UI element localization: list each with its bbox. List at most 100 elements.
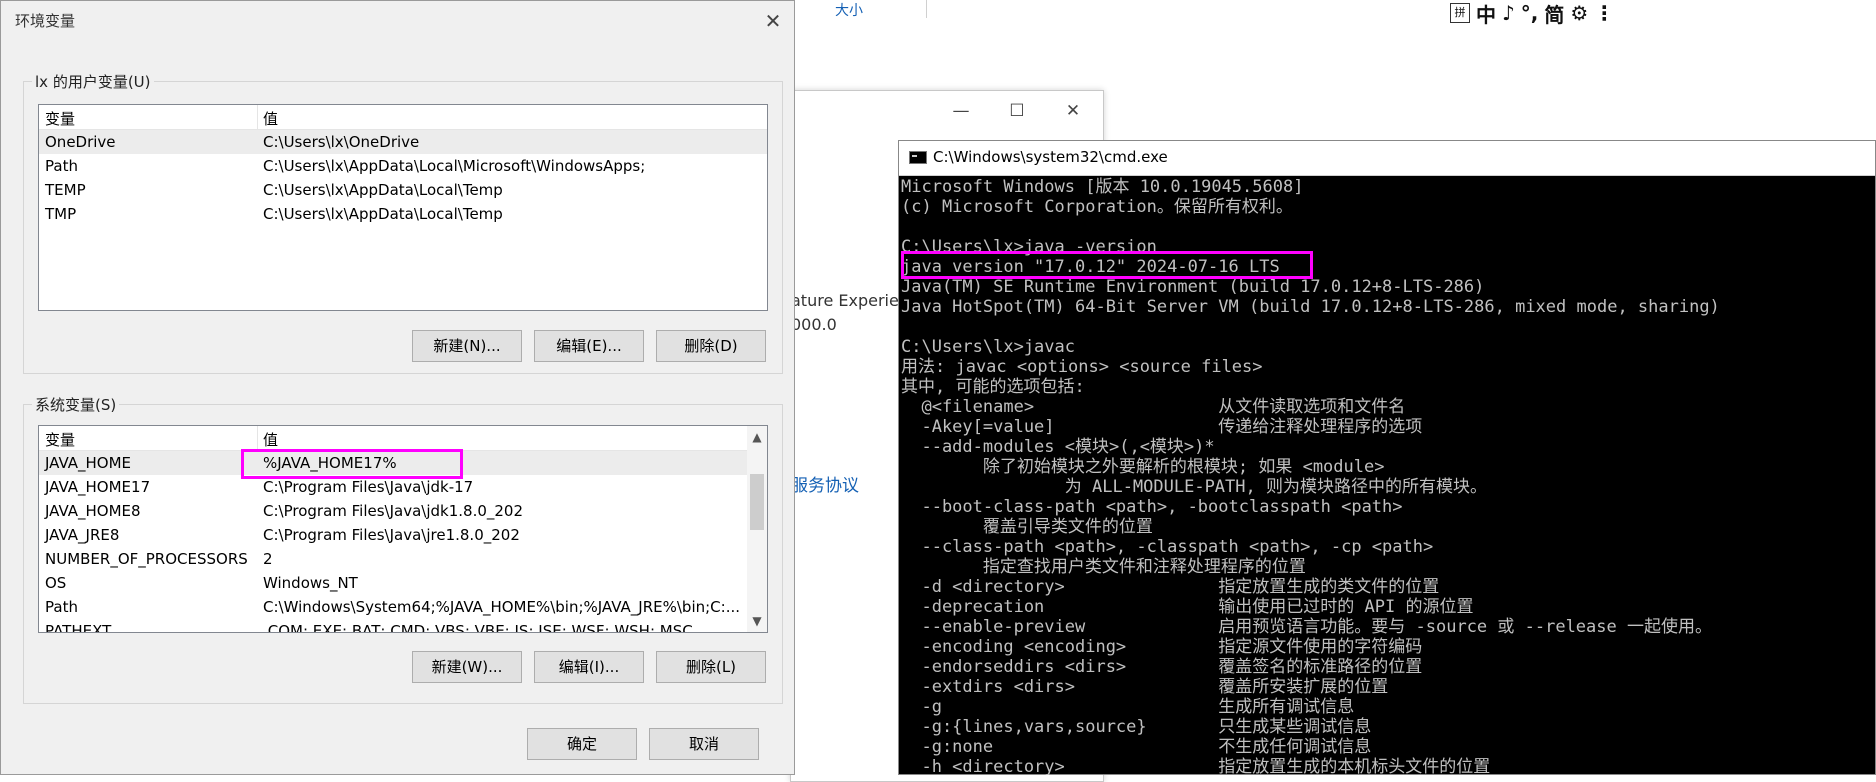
console-line: 除了初始模块之外要解析的根模块; 如果 <module> (901, 457, 1385, 477)
user-delete-button[interactable]: 删除(D) (656, 330, 766, 362)
variable-name: JAVA_JRE8 (45, 526, 120, 544)
cmd-title: C:\Windows\system32\cmd.exe (933, 148, 1168, 166)
console-line: -d <directory> 指定放置生成的类文件的位置 (901, 577, 1440, 597)
table-row[interactable]: JAVA_HOME %JAVA_HOME17% (39, 451, 767, 475)
console-line: @<filename> 从文件读取选项和文件名 (901, 397, 1406, 417)
peek-text: ature Experie (791, 291, 899, 310)
variable-value: C:\Program Files\Java\jdk-17 (263, 478, 474, 496)
ime-toolbar[interactable]: 拼中 ♪ °, 简 ⚙ ⋮ (1450, 0, 1614, 28)
peek-text: 000.0 (791, 315, 837, 334)
console-line: -g 生成所有调试信息 (901, 697, 1355, 717)
console-line: --boot-class-path <path>, -bootclasspath… (901, 497, 1403, 517)
ime-item[interactable]: 简 (1544, 0, 1564, 28)
size-column-peek: 大小 (835, 3, 863, 19)
system-variables-group: 系统变量(S) 变量 值 JAVA_HOME %JAVA_HOME17% JAV… (23, 394, 783, 704)
variable-value: Windows_NT (263, 574, 358, 592)
close-icon[interactable]: ✕ (1063, 101, 1083, 121)
column-header-value[interactable]: 值 (263, 108, 278, 129)
cancel-button[interactable]: 取消 (649, 728, 759, 760)
cmd-window[interactable]: C:\Windows\system32\cmd.exe Microsoft Wi… (898, 140, 1876, 775)
table-row[interactable]: NUMBER_OF_PROCESSORS 2 (39, 547, 767, 571)
user-variables-group: lx 的用户变量(U) 变量 值 OneDrive C:\Users\lx\On… (23, 71, 783, 374)
console-line: Java(TM) SE Runtime Environment (build 1… (901, 277, 1485, 297)
console-line: -extdirs <dirs> 覆盖所安装扩展的位置 (901, 677, 1389, 697)
table-row[interactable]: Path C:\Users\lx\AppData\Local\Microsoft… (39, 154, 767, 178)
ime-item[interactable]: °, (1521, 1, 1539, 25)
ime-item[interactable]: ⋮ (1594, 1, 1614, 25)
table-row[interactable]: TMP C:\Users\lx\AppData\Local\Temp (39, 202, 767, 226)
scroll-down-icon[interactable]: ▼ (747, 612, 767, 630)
variable-name: Path (45, 598, 78, 616)
variable-value: .COM;.EXE;.BAT;.CMD;.VBS;.VBE;.JS;.JSE;.… (263, 622, 693, 633)
variable-name: JAVA_HOME17 (45, 478, 151, 496)
column-divider[interactable] (257, 105, 258, 129)
table-row[interactable]: JAVA_HOME8 C:\Program Files\Java\jdk1.8.… (39, 499, 767, 523)
user-new-button[interactable]: 新建(N)... (412, 330, 522, 362)
console-output[interactable]: Microsoft Windows [版本 10.0.19045.5608] (c… (899, 175, 1875, 775)
system-new-button[interactable]: 新建(W)... (412, 651, 522, 683)
column-header-variable[interactable]: 变量 (45, 429, 75, 450)
console-icon (909, 151, 927, 164)
scroll-thumb[interactable] (750, 474, 764, 530)
variable-name: NUMBER_OF_PROCESSORS (45, 550, 248, 568)
console-line: 指定查找用户类文件和注释处理程序的位置 (901, 557, 1306, 577)
console-line: C:\Users\lx>javac (901, 337, 1075, 357)
dialog-title: 环境变量 (15, 12, 76, 30)
ime-item[interactable]: ⚙ (1570, 1, 1588, 25)
close-icon[interactable]: ✕ (761, 9, 785, 33)
column-divider[interactable] (257, 426, 258, 450)
console-line: -endorseddirs <dirs> 覆盖签名的标准路径的位置 (901, 657, 1423, 677)
system-variables-list[interactable]: 变量 值 JAVA_HOME %JAVA_HOME17% JAVA_HOME17… (38, 425, 768, 633)
column-header-value[interactable]: 值 (263, 429, 278, 450)
table-row[interactable]: OneDrive C:\Users\lx\OneDrive (39, 130, 767, 154)
variable-value: %JAVA_HOME17% (263, 454, 397, 472)
column-header-variable[interactable]: 变量 (45, 108, 75, 129)
console-line: -g:none 不生成任何调试信息 (901, 737, 1372, 757)
console-line: -Akey[=value] 传递给注释处理程序的选项 (901, 417, 1423, 437)
system-edit-button[interactable]: 编辑(I)... (534, 651, 644, 683)
variable-name: PATHEXT (45, 622, 112, 633)
variable-name: JAVA_HOME8 (45, 502, 141, 520)
console-line: -g:{lines,vars,source} 只生成某些调试信息 (901, 717, 1372, 737)
variable-name: JAVA_HOME (45, 454, 132, 472)
table-row[interactable]: JAVA_HOME17 C:\Program Files\Java\jdk-17 (39, 475, 767, 499)
ime-item[interactable]: 中 (1476, 0, 1496, 28)
table-row[interactable]: JAVA_JRE8 C:\Program Files\Java\jre1.8.0… (39, 523, 767, 547)
scroll-up-icon[interactable]: ▲ (747, 428, 767, 446)
column-divider (926, 0, 927, 18)
console-line: 覆盖引导类文件的位置 (901, 517, 1153, 537)
console-line: 其中, 可能的选项包括: (901, 377, 1085, 397)
variable-value: C:\Users\lx\AppData\Local\Microsoft\Wind… (263, 157, 646, 175)
ok-button[interactable]: 确定 (527, 728, 637, 760)
ime-item[interactable]: 拼 (1450, 3, 1470, 23)
maximize-icon[interactable]: ☐ (1007, 101, 1027, 121)
list-header: 变量 值 (39, 426, 767, 451)
variable-name: TEMP (45, 181, 86, 199)
user-edit-button[interactable]: 编辑(E)... (534, 330, 644, 362)
vertical-scrollbar[interactable]: ▲ ▼ (747, 426, 767, 632)
list-header: 变量 值 (39, 105, 767, 130)
console-line: --enable-preview 启用预览语言功能。要与 -source 或 -… (901, 617, 1712, 637)
cmd-titlebar[interactable]: C:\Windows\system32\cmd.exe (899, 141, 1875, 176)
ime-item[interactable]: ♪ (1502, 1, 1515, 25)
table-row[interactable]: PATHEXT .COM;.EXE;.BAT;.CMD;.VBS;.VBE;.J… (39, 619, 767, 633)
console-line: java version "17.0.12" 2024-07-16 LTS (901, 257, 1280, 277)
variable-value: 2 (263, 550, 273, 568)
minimize-icon[interactable]: — (951, 101, 971, 121)
console-line: Microsoft Windows [版本 10.0.19045.5608] (901, 177, 1304, 197)
console-line: -deprecation 输出使用已过时的 API 的源位置 (901, 597, 1474, 617)
variable-value: C:\Users\lx\OneDrive (263, 133, 420, 151)
variable-name: OS (45, 574, 67, 592)
terms-link[interactable]: 服务协议 (791, 471, 859, 496)
table-row[interactable]: OS Windows_NT (39, 571, 767, 595)
system-delete-button[interactable]: 删除(L) (656, 651, 766, 683)
user-variables-list[interactable]: 变量 值 OneDrive C:\Users\lx\OneDrive Path … (38, 104, 768, 311)
variable-name: Path (45, 157, 78, 175)
variable-value: C:\Program Files\Java\jre1.8.0_202 (263, 526, 520, 544)
console-line: -h <directory> 指定放置生成的本机标头文件的位置 (901, 757, 1491, 775)
console-line: 为 ALL-MODULE-PATH, 则为模块路径中的所有模块。 (901, 477, 1487, 497)
table-row[interactable]: Path C:\Windows\System64;%JAVA_HOME%\bin… (39, 595, 767, 619)
variable-name: TMP (45, 205, 77, 223)
table-row[interactable]: TEMP C:\Users\lx\AppData\Local\Temp (39, 178, 767, 202)
variable-value: C:\Windows\System64;%JAVA_HOME%\bin;%JAV… (263, 598, 740, 616)
